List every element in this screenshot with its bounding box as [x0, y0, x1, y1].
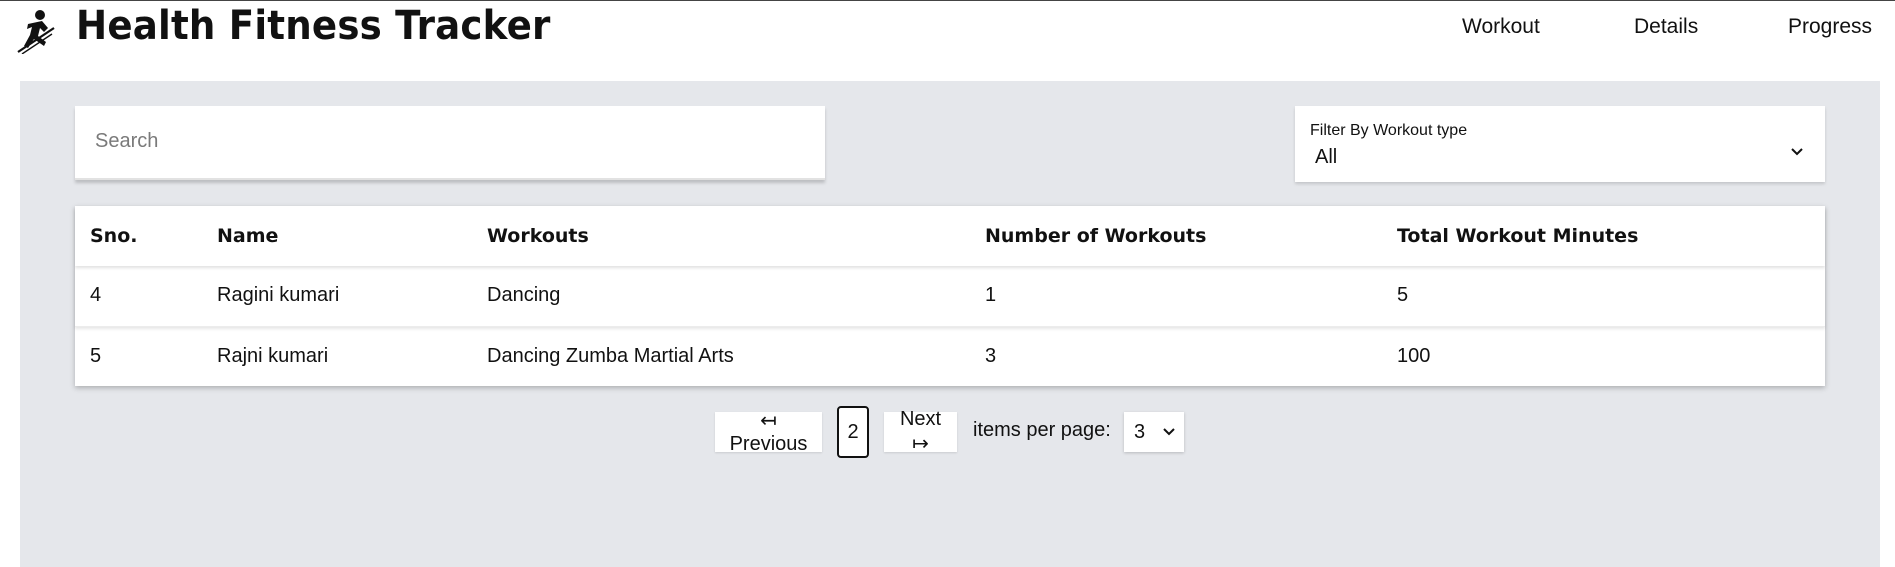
filter-label: Filter By Workout type — [1310, 122, 1468, 139]
search-container — [75, 106, 825, 180]
cell-number-of-workouts: 1 — [985, 284, 997, 307]
cell-workouts: Dancing — [487, 284, 561, 307]
column-header-total-minutes: Total Workout Minutes — [1397, 225, 1639, 247]
app-header: Health Fitness Tracker Workout Details P… — [0, 0, 1895, 80]
cell-number-of-workouts: 3 — [985, 344, 997, 367]
workout-type-filter[interactable]: Filter By Workout type All — [1295, 106, 1825, 182]
nav-link-progress[interactable]: Progress — [1788, 14, 1872, 40]
column-header-sno: Sno. — [90, 225, 138, 247]
fitness-runner-icon — [17, 10, 55, 54]
filter-selected-value: All — [1315, 146, 1338, 168]
chevron-down-icon — [1791, 148, 1803, 156]
column-header-number-of-workouts: Number of Workouts — [985, 225, 1207, 247]
cell-total-minutes: 5 — [1397, 284, 1409, 307]
cell-name: Ragini kumari — [217, 284, 340, 307]
search-input[interactable] — [75, 106, 825, 176]
cell-total-minutes: 100 — [1397, 344, 1431, 367]
cell-workouts: Dancing Zumba Martial Arts — [487, 344, 734, 367]
table-header-row: Sno. Name Workouts Number of Workouts To… — [75, 206, 1825, 266]
column-header-name: Name — [217, 225, 279, 247]
app-title: Health Fitness Tracker — [76, 3, 551, 49]
items-per-page-select[interactable]: 3 — [1124, 412, 1184, 452]
items-per-page-value: 3 — [1134, 420, 1146, 443]
next-page-button[interactable]: Next ↦ — [884, 408, 957, 455]
nav-link-workout[interactable]: Workout — [1462, 14, 1540, 40]
table-row: 5 Rajni kumari Dancing Zumba Martial Art… — [75, 326, 1825, 386]
items-per-page-label: items per page: — [973, 419, 1111, 441]
workouts-table: Sno. Name Workouts Number of Workouts To… — [75, 206, 1825, 386]
cell-sno: 5 — [90, 344, 102, 367]
cell-sno: 4 — [90, 284, 102, 307]
cell-name: Rajni kumari — [217, 344, 329, 367]
previous-page-button[interactable]: ↤ Previous — [715, 410, 822, 455]
nav-link-details[interactable]: Details — [1634, 14, 1698, 40]
current-page-number[interactable]: 2 — [837, 406, 869, 458]
table-row: 4 Ragini kumari Dancing 1 5 — [75, 266, 1825, 326]
main-content: Filter By Workout type All Sno. Name Wor… — [20, 81, 1880, 567]
column-header-workouts: Workouts — [487, 225, 589, 247]
workouts-table-container: Sno. Name Workouts Number of Workouts To… — [75, 206, 1825, 386]
chevron-down-icon — [1163, 428, 1175, 436]
